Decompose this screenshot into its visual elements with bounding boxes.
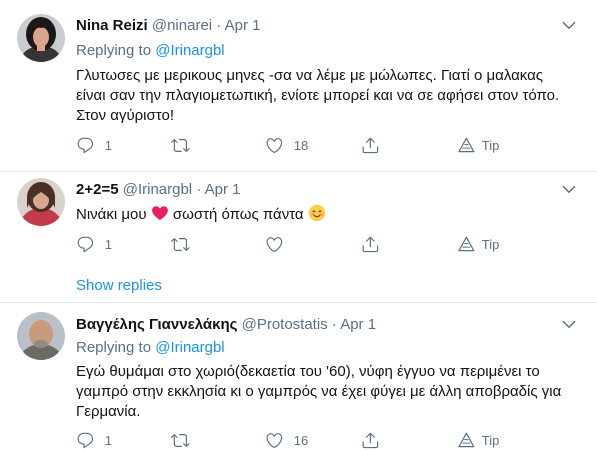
reply-icon [76, 235, 95, 254]
tip-button[interactable]: Tip [457, 234, 499, 254]
tweet-3[interactable]: Βαγγέλης Γιαννελάκης @Protostatis · Apr … [0, 303, 597, 447]
retweet-icon [171, 136, 190, 155]
like-count: 16 [293, 432, 309, 448]
smiling-face-icon [308, 204, 326, 228]
timestamp[interactable]: Apr 1 [205, 181, 241, 198]
tweet-header: Βαγγέλης Γιαννελάκης @Protostatis · Apr … [76, 315, 376, 335]
avatar[interactable] [17, 14, 65, 62]
tweet-text-line: Γερμανία. [76, 403, 141, 420]
share-button[interactable] [361, 135, 380, 155]
tip-button[interactable]: Tip [457, 430, 499, 450]
replying-label: Replying to [76, 42, 152, 59]
show-replies-link[interactable]: Show replies [76, 276, 162, 296]
heart-icon [265, 235, 284, 254]
like-button[interactable]: 18 [265, 135, 308, 155]
tip-icon [457, 136, 476, 155]
share-icon [361, 235, 380, 254]
share-icon [361, 136, 380, 155]
reply-button[interactable]: 1 [76, 430, 112, 450]
separator: · [331, 316, 337, 333]
retweet-button[interactable] [171, 430, 200, 450]
handle[interactable]: @Protostatis [242, 316, 328, 333]
tweet-text-line: γαμπρό στην εκκλησία κι ο γαμπρός να έχε… [76, 383, 562, 400]
red-heart-icon [151, 204, 169, 228]
tweet-text-line: είναι σαν την πλαγιομετωπική, ενίοτε μπο… [76, 87, 560, 104]
like-button[interactable] [265, 234, 294, 254]
tweet-text: Γλυτωσες με μερικους μηνες -σα να λέμε μ… [76, 66, 581, 126]
retweet-button[interactable] [171, 234, 200, 254]
heart-icon [265, 136, 284, 155]
mention-link[interactable]: @Irinargbl [155, 42, 224, 59]
mention-link[interactable]: @Irinargbl [155, 339, 224, 356]
replying-to: Replying to @Irinargbl [76, 338, 225, 358]
more-caret-icon[interactable] [560, 315, 580, 335]
tweet-text-part: Νινάκι μου [76, 206, 147, 223]
tip-label: Tip [481, 432, 500, 448]
reply-count: 1 [104, 236, 112, 252]
tweet-header: Nina Reizi @ninarei · Apr 1 [76, 16, 261, 36]
avatar[interactable] [17, 178, 65, 226]
retweet-icon [171, 235, 190, 254]
tweet-text-line: Γλυτωσες με μερικους μηνες -σα να λέμε μ… [76, 67, 543, 84]
action-bar: 1 18 Tip [76, 135, 516, 155]
action-bar: 1 16 Tip [76, 430, 516, 450]
display-name[interactable]: Βαγγέλης Γιαννελάκης [76, 316, 237, 333]
share-button[interactable] [361, 430, 380, 450]
handle[interactable]: @Irinargbl [123, 181, 192, 198]
tweet-header: 2+2=5 @Irinargbl · Apr 1 [76, 180, 241, 200]
tweet-1[interactable]: Nina Reizi @ninarei · Apr 1 Replying to … [0, 0, 597, 172]
reply-button[interactable]: 1 [76, 135, 112, 155]
reply-button[interactable]: 1 [76, 234, 112, 254]
share-button[interactable] [361, 234, 380, 254]
handle[interactable]: @ninarei [152, 17, 212, 34]
retweet-button[interactable] [171, 135, 200, 155]
tip-icon [457, 235, 476, 254]
avatar[interactable] [17, 312, 65, 360]
tweet-text-part: σωστή όπως πάντα [172, 206, 304, 223]
timestamp[interactable]: Apr 1 [340, 316, 376, 333]
timestamp[interactable]: Apr 1 [225, 17, 261, 34]
tip-label: Tip [481, 137, 500, 153]
tip-button[interactable]: Tip [457, 135, 499, 155]
reply-count: 1 [104, 137, 112, 153]
replying-to: Replying to @Irinargbl [76, 41, 225, 61]
tweet-text: Νινάκι μου σωστή όπως πάντα [76, 204, 581, 228]
replying-label: Replying to [76, 339, 152, 356]
like-count: 18 [293, 137, 309, 153]
display-name[interactable]: Nina Reizi [76, 17, 148, 34]
more-caret-icon[interactable] [560, 180, 580, 200]
separator: · [216, 17, 222, 34]
tweet-text-line: Στον αγύριστο! [76, 107, 174, 124]
tweet-text-line: Εγώ θυμάμαι στο χωριό(δεκαετία του '60),… [76, 363, 540, 380]
display-name[interactable]: 2+2=5 [76, 181, 119, 198]
reply-icon [76, 136, 95, 155]
like-button[interactable]: 16 [265, 430, 308, 450]
action-bar: 1 Tip [76, 234, 516, 254]
tip-label: Tip [481, 236, 500, 252]
more-caret-icon[interactable] [560, 16, 580, 36]
reply-count: 1 [104, 432, 112, 448]
tweet-text: Εγώ θυμάμαι στο χωριό(δεκαετία του '60),… [76, 362, 581, 422]
separator: · [196, 181, 202, 198]
